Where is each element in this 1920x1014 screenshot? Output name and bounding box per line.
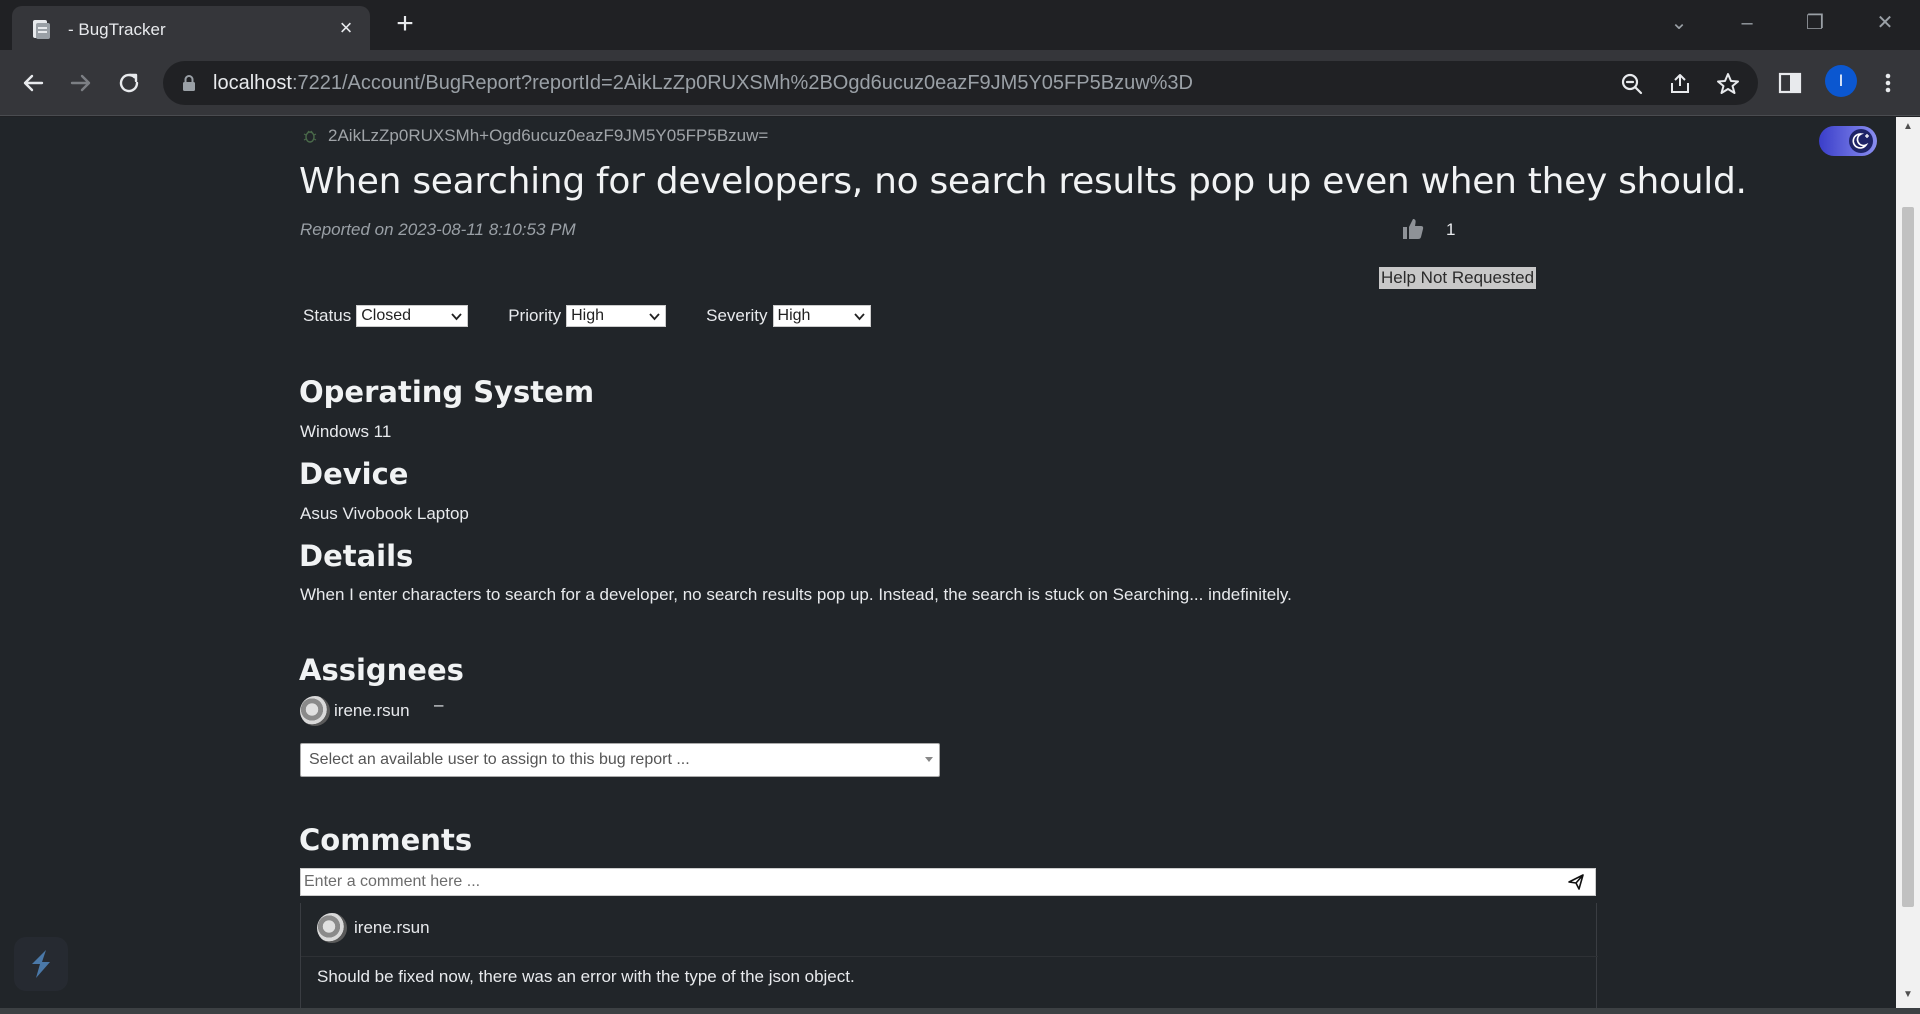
severity-label: Severity: [706, 306, 768, 325]
remove-assignee-button[interactable]: –: [434, 695, 443, 715]
browser-tab[interactable]: - BugTracker ×: [12, 6, 370, 50]
status-group: Status Closed: [303, 305, 469, 327]
reload-icon[interactable]: [114, 68, 144, 98]
dark-mode-toggle[interactable]: [1819, 126, 1877, 156]
priority-group: Priority High: [508, 305, 667, 327]
address-bar[interactable]: localhost:7221/Account/BugReport?reportI…: [163, 61, 1758, 105]
bug-icon: [303, 130, 317, 143]
page-scrollbar[interactable]: ▲ ▼: [1896, 117, 1920, 1008]
chevron-down-icon: [853, 313, 865, 321]
status-select[interactable]: Closed: [356, 305, 469, 327]
side-panel-icon[interactable]: [1776, 69, 1804, 97]
forward-icon[interactable]: [66, 68, 96, 98]
lock-icon[interactable]: [181, 74, 197, 92]
priority-value: High: [571, 307, 605, 324]
device-heading: Device: [299, 457, 409, 491]
zoom-icon[interactable]: [1619, 71, 1645, 97]
assign-user-placeholder: Select an available user to assign to th…: [309, 751, 690, 768]
browser-toolbar: localhost:7221/Account/BugReport?reportI…: [0, 50, 1920, 116]
chevron-down-icon: [451, 313, 462, 321]
scroll-down-icon[interactable]: ▼: [1902, 989, 1914, 1001]
comment-placeholder: Enter a comment here ...: [304, 873, 481, 890]
divider: [301, 956, 1598, 957]
details-heading: Details: [299, 539, 414, 573]
logo-icon: [32, 950, 50, 978]
severity-group: Severity High: [706, 305, 871, 327]
reported-timestamp: 2023-08-11 8:10:53 PM: [398, 220, 576, 239]
comments-heading: Comments: [299, 823, 473, 857]
back-icon[interactable]: [18, 68, 48, 98]
tab-search-icon[interactable]: ⌄: [1664, 10, 1694, 36]
minimize-icon[interactable]: –: [1732, 10, 1762, 36]
help-status-badge[interactable]: Help Not Requested: [1379, 267, 1537, 289]
status-value: Closed: [361, 307, 412, 324]
url-path: :7221/Account/BugReport?reportId=2AikLzZ…: [291, 72, 1193, 94]
tab-strip: - BugTracker × + ⌄ – ❐ ✕: [0, 0, 1920, 50]
reported-date: Reported on 2023-08-11 8:10:53 PM: [300, 220, 576, 240]
comment-author: irene.rsun: [354, 918, 430, 937]
window-bottom-edge: [0, 1008, 1920, 1014]
comment-body: Should be fixed now, there was an error …: [317, 967, 855, 986]
profile-avatar[interactable]: I: [1825, 65, 1857, 97]
send-icon[interactable]: [1567, 873, 1585, 891]
scroll-up-icon[interactable]: ▲: [1902, 121, 1914, 133]
page-content: 2AikLzZp0RUXSMh+Ogd6ucuz0eazF9JM5Y05FP5B…: [0, 117, 1896, 1008]
os-heading: Operating System: [299, 375, 595, 409]
os-value: Windows 11: [300, 422, 392, 441]
assign-user-select[interactable]: Select an available user to assign to th…: [300, 743, 940, 777]
reported-prefix: Reported on: [300, 220, 399, 239]
details-value: When I enter characters to search for a …: [300, 585, 1292, 604]
status-fields: Status Closed Priority High Severity Hig…: [303, 305, 911, 327]
severity-value: High: [777, 307, 811, 324]
report-id-row: 2AikLzZp0RUXSMh+Ogd6ucuz0eazF9JM5Y05FP5B…: [302, 126, 768, 146]
bookmark-star-icon[interactable]: [1715, 71, 1741, 97]
page-title: When searching for developers, no search…: [299, 161, 1747, 202]
close-tab-icon[interactable]: ×: [334, 16, 358, 40]
moon-icon: [1852, 133, 1869, 149]
avatar: [300, 696, 330, 726]
device-value: Asus Vivobook Laptop: [300, 504, 469, 523]
priority-label: Priority: [508, 306, 562, 325]
tab-title: - BugTracker: [68, 20, 166, 39]
app-logo-button[interactable]: [14, 937, 68, 991]
page-icon: [33, 20, 50, 39]
assignee-item: irene.rsun: [300, 696, 410, 726]
comment-header: irene.rsun: [317, 913, 430, 943]
comment-card: irene.rsun Should be fixed now, there wa…: [300, 903, 1598, 1008]
comment-input[interactable]: Enter a comment here ...: [300, 868, 1596, 896]
report-id: 2AikLzZp0RUXSMh+Ogd6ucuz0eazF9JM5Y05FP5B…: [328, 126, 769, 145]
severity-select[interactable]: High: [772, 305, 871, 327]
assignee-name: irene.rsun: [334, 701, 410, 720]
close-window-icon[interactable]: ✕: [1870, 10, 1900, 36]
chevron-down-icon: [649, 313, 660, 321]
share-icon[interactable]: [1667, 71, 1693, 97]
new-tab-icon[interactable]: +: [392, 9, 418, 39]
url-text: localhost:7221/Account/BugReport?reportI…: [213, 72, 1193, 95]
dropdown-arrow-icon: [925, 757, 933, 762]
thumbs-up-icon[interactable]: [1400, 216, 1426, 242]
vote-count: 1: [1446, 220, 1456, 239]
status-label: Status: [303, 306, 352, 325]
priority-select[interactable]: High: [566, 305, 667, 327]
menu-kebab-icon[interactable]: [1874, 69, 1902, 97]
scroll-thumb[interactable]: [1902, 207, 1914, 907]
assignees-heading: Assignees: [299, 653, 464, 687]
avatar: [317, 913, 347, 943]
restore-icon[interactable]: ❐: [1800, 10, 1830, 36]
url-host: localhost: [213, 72, 292, 94]
